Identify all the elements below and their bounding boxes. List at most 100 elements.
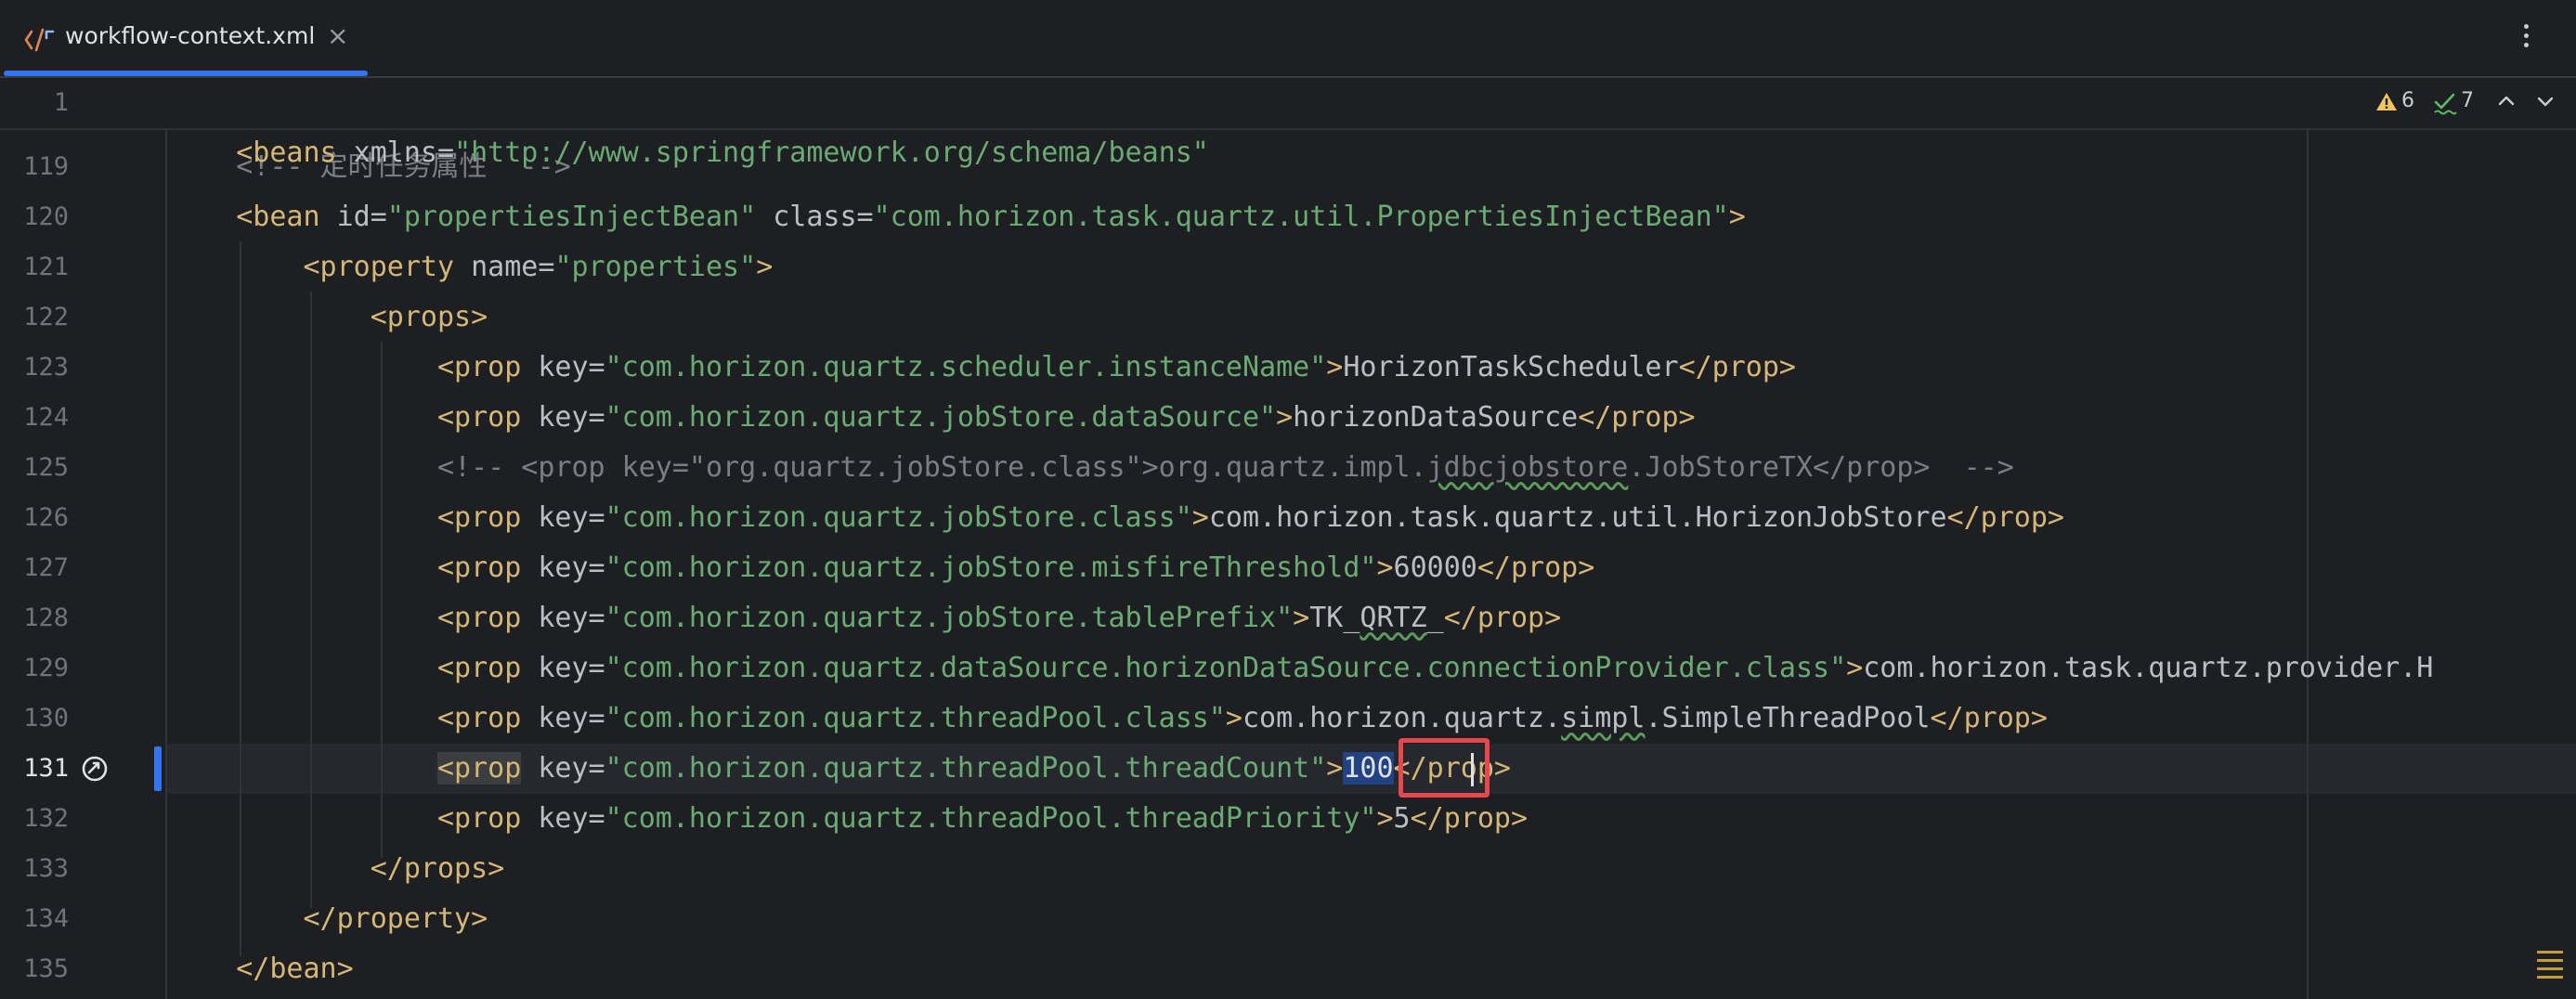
code-token: = xyxy=(588,652,605,684)
line-number: 132 xyxy=(23,804,69,833)
line-number: 121 xyxy=(23,253,69,281)
chevron-down-icon[interactable] xyxy=(2535,91,2556,111)
code-token: .JobStoreTX</prop> --> xyxy=(1628,451,2014,484)
code-line[interactable]: <prop key="com.horizon.quartz.dataSource… xyxy=(169,643,2433,694)
code-line[interactable]: <prop key="com.horizon.quartz.jobStore.t… xyxy=(169,593,1561,643)
line-number: 130 xyxy=(23,704,69,733)
line-number: 128 xyxy=(23,603,69,632)
code-token: > xyxy=(1326,752,1344,785)
code-line[interactable]: <prop key="com.horizon.quartz.threadPool… xyxy=(169,794,1528,844)
code-token: .SimpleThreadPool xyxy=(1645,702,1931,734)
typo-count: 7 xyxy=(2461,89,2474,112)
code-token: key xyxy=(521,551,589,584)
code-token: "com.horizon.quartz.jobStore.dataSource" xyxy=(605,401,1277,434)
code-token: = xyxy=(538,251,555,283)
code-token: <prop xyxy=(436,501,522,534)
code-line[interactable]: <prop key="com.horizon.quartz.scheduler.… xyxy=(169,343,1796,393)
line-number: 120 xyxy=(23,202,69,231)
code-token: <prop xyxy=(436,401,522,434)
change-marker xyxy=(154,746,162,791)
code-token: horizonDataSource xyxy=(1293,401,1579,434)
code-line[interactable]: <prop key="com.horizon.quartz.jobStore.d… xyxy=(169,393,1696,443)
code-token: </prop> xyxy=(1443,602,1562,634)
text-caret xyxy=(1471,753,1474,786)
code-token: <!-- <prop key="org.quartz.jobStore.clas… xyxy=(436,451,1427,484)
code-token: > xyxy=(756,251,774,283)
warning-count: 6 xyxy=(2401,89,2414,112)
code-token: <prop xyxy=(436,652,522,684)
scrollbar-marker[interactable] xyxy=(2537,951,2563,988)
line-number: 135 xyxy=(23,954,69,983)
sticky-scroll-line[interactable]: 1 <beans xmlns="http://www.springframewo… xyxy=(0,78,2576,169)
more-options-icon[interactable] xyxy=(2518,20,2533,58)
code-token: com.horizon.quartz. xyxy=(1242,702,1562,734)
code-token: > xyxy=(1225,702,1242,734)
line-number: 126 xyxy=(23,503,69,532)
close-tab-icon[interactable]: × xyxy=(327,20,348,51)
code-line[interactable]: </property> xyxy=(169,894,488,944)
code-token: > xyxy=(1376,551,1394,584)
code-token: = xyxy=(588,602,605,634)
code-token: name xyxy=(454,251,539,283)
code-token: <prop xyxy=(436,351,522,383)
code-token: <prop xyxy=(436,752,522,785)
code-token: QRTZ xyxy=(1360,602,1427,634)
code-token: "com.horizon.quartz.jobStore.misfireThre… xyxy=(605,551,1377,584)
right-margin-guide xyxy=(2307,130,2309,999)
code-token: <prop xyxy=(436,551,522,584)
code-token: "com.horizon.quartz.threadPool.threadCou… xyxy=(605,752,1327,785)
code-line[interactable]: </props> xyxy=(169,844,505,894)
xml-file-icon xyxy=(24,28,55,52)
code-line[interactable]: <property name="properties"> xyxy=(169,242,774,292)
active-tab-indicator xyxy=(4,71,368,76)
code-token: com.horizon.task.quartz.util.HorizonJobS… xyxy=(1208,501,1947,534)
code-token: <property xyxy=(303,251,455,283)
line-number: 119 xyxy=(23,152,69,181)
code-line[interactable]: </bean> xyxy=(169,944,353,994)
code-token: com.horizon.task.quartz.provider.H xyxy=(1863,652,2434,684)
chevron-up-icon[interactable] xyxy=(2496,91,2517,111)
line-number: 124 xyxy=(23,403,69,432)
code-token: </prop> xyxy=(1930,702,2048,734)
code-token: key xyxy=(521,702,589,734)
code-token: = xyxy=(588,351,605,383)
code-token: "com.horizon.quartz.threadPool.class" xyxy=(605,702,1226,734)
line-number: 122 xyxy=(23,303,69,331)
warning-icon xyxy=(2376,93,2397,110)
code-token: = xyxy=(588,802,605,835)
code-token: = xyxy=(588,401,605,434)
code-token: key xyxy=(521,351,589,383)
code-token: HorizonTaskScheduler xyxy=(1343,351,1679,383)
code-token: </prop> xyxy=(1678,351,1796,383)
highlight-box xyxy=(1399,738,1490,798)
code-token: <prop xyxy=(436,702,522,734)
code-token: 5 xyxy=(1393,802,1411,835)
code-token: > xyxy=(1846,652,1864,684)
line-number: 133 xyxy=(23,854,69,883)
code-line[interactable]: <prop key="com.horizon.quartz.threadPool… xyxy=(169,694,2048,744)
code-token: </property> xyxy=(303,902,488,935)
typo-check-icon xyxy=(2434,93,2457,115)
code-line[interactable]: <!-- <prop key="org.quartz.jobStore.clas… xyxy=(169,443,2014,493)
line-number: 1 xyxy=(53,88,69,117)
line-number: 134 xyxy=(23,904,69,933)
code-token: "com.horizon.quartz.threadPool.threadPri… xyxy=(605,802,1377,835)
indent-guide xyxy=(165,130,167,999)
code-line[interactable]: <prop key="com.horizon.quartz.jobStore.m… xyxy=(169,543,1594,593)
code-token: key xyxy=(521,652,589,684)
line-number: 125 xyxy=(23,453,69,482)
code-token: <prop xyxy=(436,802,522,835)
code-token: > xyxy=(1728,201,1746,233)
bean-reference-icon[interactable] xyxy=(80,754,110,784)
tab-workflow-context[interactable]: workflow-context.xml × xyxy=(0,0,368,76)
code-token: > xyxy=(1376,802,1394,835)
code-token: </prop> xyxy=(1477,551,1595,584)
code-line[interactable]: <prop key="com.horizon.quartz.threadPool… xyxy=(169,744,1511,794)
code-token: <prop xyxy=(436,602,522,634)
code-token: > xyxy=(1293,602,1310,634)
code-token: key xyxy=(521,802,589,835)
code-line[interactable]: <props> xyxy=(169,292,488,343)
code-line[interactable]: <prop key="com.horizon.quartz.jobStore.c… xyxy=(169,493,2064,543)
code-token: "properties" xyxy=(554,251,757,283)
code-token: </prop> xyxy=(1946,501,2064,534)
